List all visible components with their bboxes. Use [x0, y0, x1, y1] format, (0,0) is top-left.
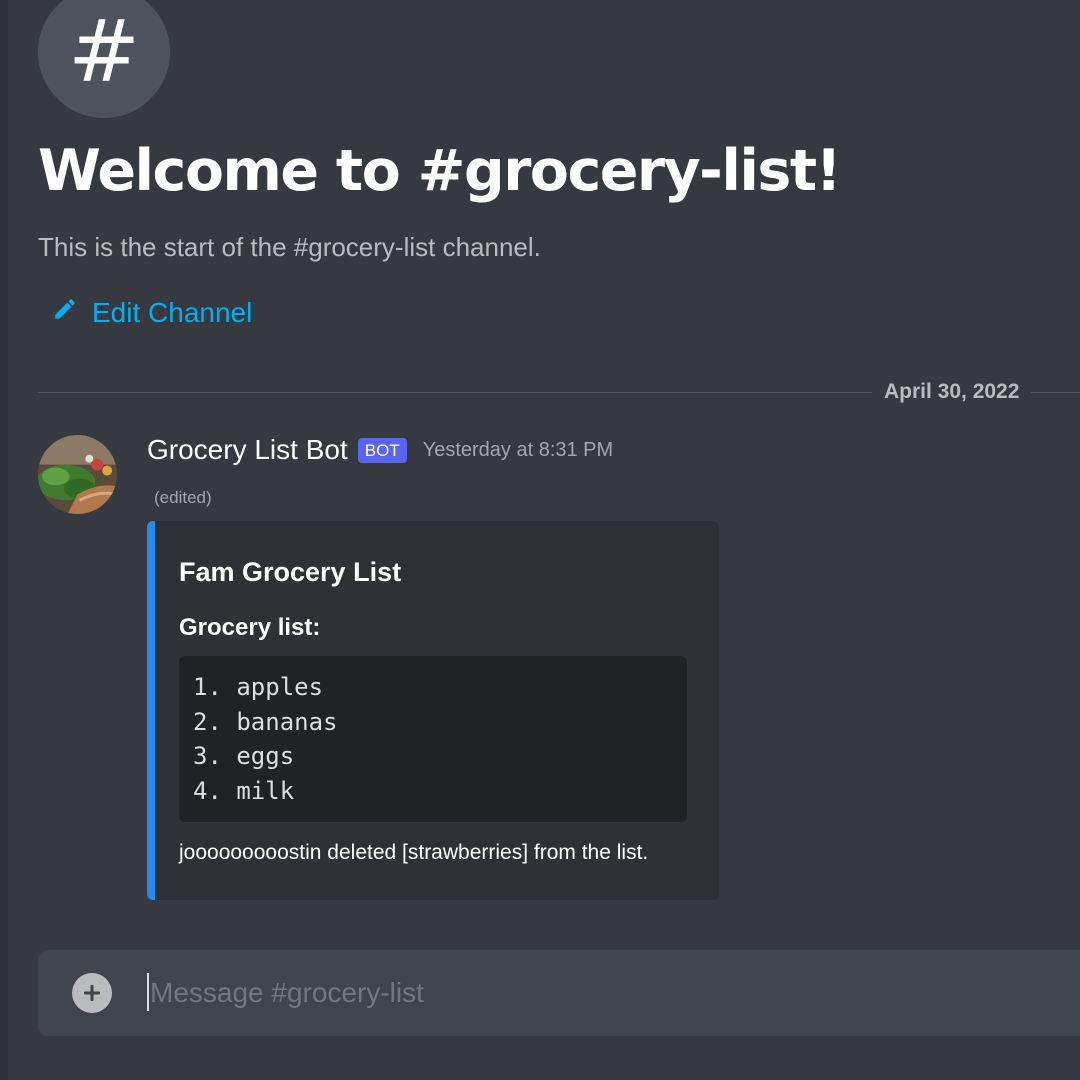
welcome-subtitle: This is the start of the #grocery-list c…	[38, 232, 541, 262]
pencil-icon	[52, 296, 78, 329]
message-timestamp[interactable]: Yesterday at 8:31 PM	[423, 439, 614, 462]
bot-tag: BOT	[357, 437, 407, 463]
sidebar-edge	[0, 0, 8, 1080]
embed-footer-text: jooooooooostin deleted [strawberries] fr…	[179, 841, 649, 864]
attach-button[interactable]	[72, 973, 112, 1013]
text-cursor	[147, 973, 149, 1011]
embed-field-name: Grocery list:	[179, 614, 321, 641]
plus-circle-icon	[84, 985, 100, 1001]
message-composer	[38, 950, 1080, 1036]
edited-label: (edited)	[154, 488, 212, 507]
message-input[interactable]	[150, 968, 1030, 1018]
message-author[interactable]: Grocery List Bot	[147, 434, 348, 466]
edit-channel-label: Edit Channel	[92, 296, 253, 328]
message-embed: Fam Grocery List Grocery list: 1. apples…	[147, 521, 719, 900]
grocery-item: 1. apples	[193, 673, 324, 701]
welcome-title: Welcome to #grocery-list!	[38, 138, 842, 204]
channel-hash-icon: #	[38, 0, 170, 118]
edit-channel-button[interactable]: Edit Channel	[52, 296, 252, 329]
embed-title: Fam Grocery List	[179, 557, 402, 587]
grocery-item: 2. bananas	[193, 707, 338, 736]
grocery-code-block: 1. apples 2. bananas 3. eggs 4. milk	[179, 656, 687, 822]
avatar[interactable]	[38, 435, 117, 514]
date-divider-label: April 30, 2022	[872, 380, 1032, 404]
grocery-item: 4. milk	[193, 776, 295, 805]
grocery-item: 3. eggs	[193, 742, 295, 770]
grocery-produce-avatar-image	[38, 435, 117, 514]
message-header: Grocery List Bot BOT Yesterday at 8:31 P…	[147, 434, 613, 466]
